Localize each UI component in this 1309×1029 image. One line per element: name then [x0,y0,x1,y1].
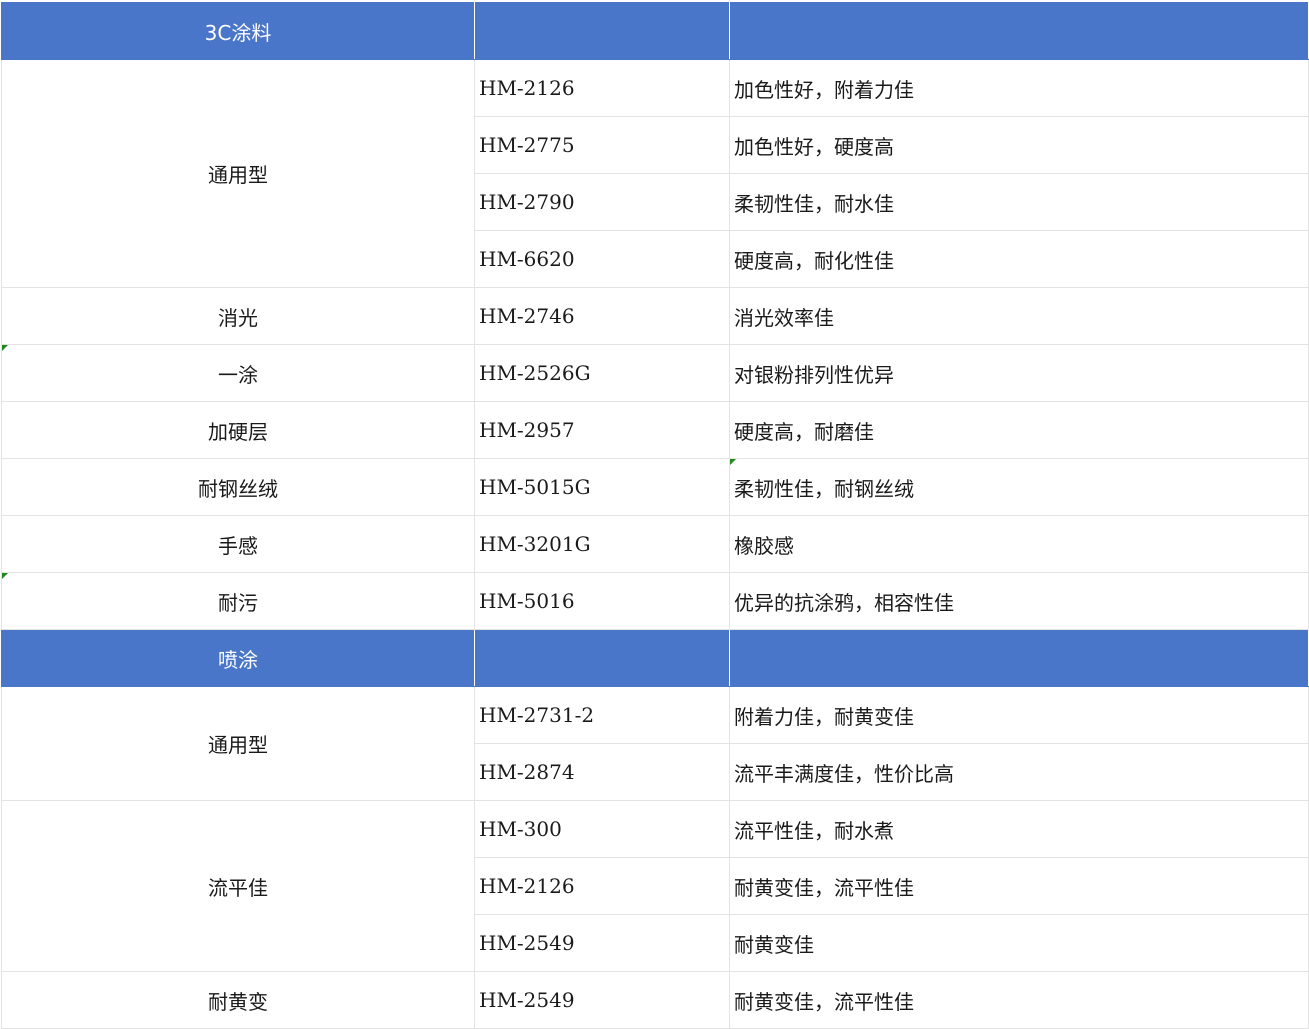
category-label: 耐黄变 [208,989,268,1014]
description-text: 优异的抗涂鸦，相容性佳 [734,590,954,615]
model-cell[interactable]: HM-2731-2 [474,686,730,744]
description-cell[interactable]: 对银粉排列性优异 [729,344,1309,402]
model-cell[interactable]: HM-3201G [474,515,730,573]
table-row: 流平佳 HM-300 流平性佳，耐水煮 [1,800,1309,972]
table-row: 手感 HM-3201G 橡胶感 [1,515,1309,573]
description-text: 耐黄变佳 [734,932,814,957]
category-cell[interactable]: 耐污 [1,572,475,630]
table-row: 通用型 HM-2731-2 附着力佳，耐黄变佳 [1,686,1309,801]
category-label: 一涂 [218,362,258,387]
header-cell-empty[interactable] [729,2,1309,60]
model-cell[interactable]: HM-2126 [474,857,730,915]
comment-marker-icon [730,459,736,465]
model-cell[interactable]: HM-5016 [474,572,730,630]
description-cell[interactable]: 耐黄变佳 [729,914,1309,972]
description-cell[interactable]: 优异的抗涂鸦，相容性佳 [729,572,1309,630]
description-text: 硬度高，耐化性佳 [734,248,894,273]
model-cell[interactable]: HM-5015G [474,458,730,516]
model-cell[interactable]: HM-2957 [474,401,730,459]
description-cell[interactable]: 硬度高，耐化性佳 [729,230,1309,288]
table-row: 一涂 HM-2526G 对银粉排列性优异 [1,344,1309,402]
description-cell[interactable]: 加色性好，附着力佳 [729,59,1309,117]
category-label: 消光 [218,305,258,330]
model-cell[interactable]: HM-2549 [474,914,730,972]
description-cell[interactable]: 硬度高，耐磨佳 [729,401,1309,459]
comment-marker-icon [2,573,8,579]
description-text: 耐黄变佳，流平性佳 [734,875,914,900]
table-row: 耐污 HM-5016 优异的抗涂鸦，相容性佳 [1,572,1309,630]
header-cell-empty[interactable] [729,629,1309,687]
category-cell[interactable]: 耐钢丝绒 [1,458,475,516]
table-row: 加硬层 HM-2957 硬度高，耐磨佳 [1,401,1309,459]
table-row: 耐钢丝绒 HM-5015G 柔韧性佳，耐钢丝绒 [1,458,1309,516]
description-text: 附着力佳，耐黄变佳 [734,704,914,729]
product-table: 3C涂料 通用型 HM-2126 加色性好，附着力佳 HM-2775 加色性好，硬度高 HM… [1,2,1309,1029]
category-label: 耐污 [218,590,258,615]
description-text: 对银粉排列性优异 [734,362,894,387]
category-label: 流平佳 [208,875,268,900]
description-text: 加色性好，附着力佳 [734,77,914,102]
category-cell[interactable]: 加硬层 [1,401,475,459]
section-title[interactable]: 3C涂料 [1,2,475,60]
description-cell[interactable]: 流平性佳，耐水煮 [729,800,1309,858]
category-cell[interactable]: 手感 [1,515,475,573]
description-text: 消光效率佳 [734,305,834,330]
model-cell[interactable]: HM-2775 [474,116,730,174]
table-row: 通用型 HM-2126 加色性好，附着力佳 [1,59,1309,288]
model-cell[interactable]: HM-2126 [474,59,730,117]
category-label: 加硬层 [208,419,268,444]
section-title[interactable]: 喷涂 [1,629,475,687]
description-cell[interactable]: 柔韧性佳，耐水佳 [729,173,1309,231]
header-cell-empty[interactable] [474,629,730,687]
description-text: 耐黄变佳，流平性佳 [734,989,914,1014]
category-cell[interactable]: 通用型 [1,686,475,801]
table-row: 耐黄变 HM-2549 耐黄变佳，流平性佳 [1,971,1309,1029]
model-cell[interactable]: HM-2746 [474,287,730,345]
category-label: 耐钢丝绒 [198,476,278,501]
table-row: 消光 HM-2746 消光效率佳 [1,287,1309,345]
model-cell[interactable]: HM-2790 [474,173,730,231]
model-cell[interactable]: HM-2549 [474,971,730,1029]
category-cell[interactable]: 消光 [1,287,475,345]
category-cell[interactable]: 通用型 [1,59,475,288]
model-cell[interactable]: HM-6620 [474,230,730,288]
model-cell[interactable]: HM-2874 [474,743,730,801]
description-text: 流平丰满度佳，性价比高 [734,761,954,786]
model-cell[interactable]: HM-2526G [474,344,730,402]
description-text: 流平性佳，耐水煮 [734,818,894,843]
description-text: 硬度高，耐磨佳 [734,419,874,444]
header-cell-empty[interactable] [474,2,730,60]
model-cell[interactable]: HM-300 [474,800,730,858]
description-cell[interactable]: 加色性好，硬度高 [729,116,1309,174]
category-cell[interactable]: 流平佳 [1,800,475,972]
description-cell[interactable]: 橡胶感 [729,515,1309,573]
section-header-row: 喷涂 [1,629,1309,687]
category-cell[interactable]: 一涂 [1,344,475,402]
description-cell[interactable]: 消光效率佳 [729,287,1309,345]
description-text: 柔韧性佳，耐水佳 [734,191,894,216]
comment-marker-icon [2,345,8,351]
category-label: 通用型 [208,163,268,187]
description-text: 加色性好，硬度高 [734,134,894,159]
description-cell[interactable]: 耐黄变佳，流平性佳 [729,971,1309,1029]
description-text: 橡胶感 [734,533,794,558]
description-cell[interactable]: 附着力佳，耐黄变佳 [729,686,1309,744]
section-header-row: 3C涂料 [1,2,1309,60]
description-cell[interactable]: 流平丰满度佳，性价比高 [729,743,1309,801]
description-cell[interactable]: 柔韧性佳，耐钢丝绒 [729,458,1309,516]
description-cell[interactable]: 耐黄变佳，流平性佳 [729,857,1309,915]
category-label: 通用型 [208,733,268,757]
category-label: 手感 [218,533,258,558]
category-cell[interactable]: 耐黄变 [1,971,475,1029]
description-text: 柔韧性佳，耐钢丝绒 [734,476,914,501]
